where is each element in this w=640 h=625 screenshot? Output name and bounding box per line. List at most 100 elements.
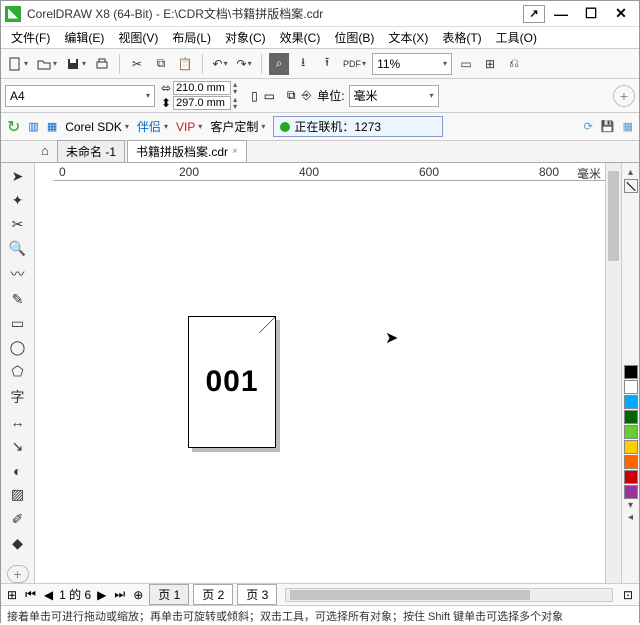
new-button[interactable]: ▾ (5, 53, 30, 75)
no-fill-swatch[interactable] (624, 179, 638, 193)
cut-button[interactable]: ✂ (127, 53, 147, 75)
navigator-button[interactable]: ⊡ (621, 588, 635, 602)
import-button[interactable]: ⭳ (293, 53, 313, 75)
crop-tool[interactable]: ✂ (7, 216, 29, 234)
menu-text[interactable]: 文本(X) (384, 27, 432, 48)
page-tab-2[interactable]: 页 2 (193, 584, 233, 605)
dock-icon-1[interactable]: ⟳ (584, 120, 593, 133)
menu-object[interactable]: 对象(C) (221, 27, 270, 48)
close-button[interactable]: ✕ (607, 3, 635, 25)
swatch-red[interactable] (624, 470, 638, 484)
menu-file[interactable]: 文件(F) (7, 27, 54, 48)
swatch-darkgreen[interactable] (624, 410, 638, 424)
swatch-white[interactable] (624, 380, 638, 394)
units-select[interactable]: 毫米▾ (349, 85, 439, 107)
corel-sdk-link[interactable]: Corel SDK▾ (65, 120, 129, 134)
qrcode-icon[interactable]: ▦ (47, 120, 57, 133)
fill-tool[interactable]: ◆ (7, 534, 29, 552)
add-tool-button[interactable]: + (7, 565, 29, 584)
palette-up-arrow[interactable]: ▴ (628, 167, 633, 178)
first-page-button[interactable]: ⏮ (23, 587, 38, 602)
menu-tools[interactable]: 工具(O) (492, 27, 541, 48)
minimize-button[interactable]: — (547, 3, 575, 25)
doc-tab-current[interactable]: 书籍拼版档案.cdr× (127, 140, 247, 162)
paste-button[interactable]: 📋 (175, 53, 195, 75)
eyedropper-tool[interactable]: ✐ (7, 510, 29, 528)
search-button[interactable]: ⌕ (269, 53, 289, 75)
redo-button[interactable]: ↷▾ (234, 53, 254, 75)
companion-link[interactable]: 伴侣▾ (137, 118, 168, 135)
palette-expand-arrow[interactable]: ◂ (628, 512, 633, 523)
fullscreen-button[interactable]: ▭ (456, 53, 476, 75)
open-button[interactable]: ▾ (34, 53, 59, 75)
height-spinner[interactable]: ▴▾ (233, 96, 245, 110)
rectangle-tool[interactable]: ▭ (7, 314, 29, 332)
next-page-button[interactable]: ▶ (95, 588, 108, 602)
shape-tool[interactable]: ✦ (7, 191, 29, 209)
custom-link[interactable]: 客户定制▾ (210, 118, 265, 135)
publish-pdf-button[interactable]: PDF▾ (341, 53, 368, 75)
landscape-button[interactable]: ▭ (264, 89, 275, 103)
prev-page-button[interactable]: ◀ (42, 588, 55, 602)
online-status[interactable]: 正在联机：1273 (273, 116, 443, 137)
zoom-tool[interactable]: 🔍 (7, 240, 29, 258)
add-property-button[interactable]: + (613, 85, 635, 107)
rulers-button[interactable]: ⊞ (480, 53, 500, 75)
refresh-icon[interactable]: ↻ (7, 117, 20, 137)
page-tab-3[interactable]: 页 3 (237, 584, 277, 605)
all-pages-button[interactable]: ⧉ (287, 88, 296, 103)
home-icon[interactable]: ⌂ (41, 140, 49, 162)
menu-layout[interactable]: 布局(L) (168, 27, 215, 48)
menu-view[interactable]: 视图(V) (114, 27, 162, 48)
swatch-green[interactable] (624, 425, 638, 439)
titlebar-extra-button[interactable]: ↗ (523, 5, 545, 23)
dock-icon-2[interactable]: 💾 (601, 120, 615, 133)
doc-tab-untitled[interactable]: 未命名 -1 (57, 140, 125, 162)
palette-down-arrow[interactable]: ▾ (628, 500, 633, 511)
print-button[interactable] (92, 53, 112, 75)
swatch-cyan[interactable] (624, 395, 638, 409)
page-width-input[interactable] (173, 81, 231, 95)
snap-button[interactable]: ⎌ (504, 53, 524, 75)
page-tab-1[interactable]: 页 1 (149, 584, 189, 605)
export-button[interactable]: ⭱ (317, 53, 337, 75)
menu-bitmap[interactable]: 位图(B) (330, 27, 378, 48)
pick-tool[interactable]: ➤ (7, 167, 29, 185)
vertical-scrollbar[interactable] (605, 163, 621, 583)
polygon-tool[interactable]: ⬠ (7, 363, 29, 381)
zoom-level-input[interactable]: 11%▾ (372, 53, 452, 75)
artistic-tool[interactable]: ✎ (7, 290, 29, 308)
insert-page-icon[interactable]: ⊞ (5, 588, 19, 602)
freehand-tool[interactable]: 〰 (7, 264, 29, 284)
ellipse-tool[interactable]: ◯ (7, 339, 29, 357)
drop-shadow-tool[interactable]: ◐ (7, 462, 29, 480)
page-object[interactable]: 001 (188, 316, 276, 448)
barcode-icon[interactable]: ▥ (28, 120, 38, 133)
horizontal-scrollbar[interactable] (285, 588, 613, 602)
add-page-button[interactable]: ⊕ (131, 588, 145, 602)
swatch-black[interactable] (624, 365, 638, 379)
width-spinner[interactable]: ▴▾ (233, 81, 245, 95)
page-size-select[interactable]: A4▾ (5, 85, 155, 107)
vip-link[interactable]: VIP▾ (176, 120, 202, 134)
text-tool[interactable]: 字 (7, 387, 29, 407)
last-page-button[interactable]: ⏭ (112, 587, 127, 602)
menu-table[interactable]: 表格(T) (438, 27, 485, 48)
save-button[interactable]: ▾ (63, 53, 88, 75)
dock-icon-3[interactable]: ▦ (623, 120, 633, 133)
transparency-tool[interactable]: ▨ (7, 486, 29, 504)
current-page-button[interactable]: ⎆ (302, 88, 312, 103)
swatch-purple[interactable] (624, 485, 638, 499)
menu-edit[interactable]: 编辑(E) (60, 27, 108, 48)
page-height-input[interactable] (173, 96, 231, 110)
drawing-canvas[interactable]: 001 ➤ (53, 181, 605, 583)
tab-close-icon[interactable]: × (232, 146, 238, 157)
horizontal-ruler[interactable]: 0 200 400 600 800 毫米 (53, 163, 605, 181)
menu-effects[interactable]: 效果(C) (276, 27, 325, 48)
parallel-dim-tool[interactable]: ↔ (7, 413, 29, 431)
undo-button[interactable]: ↶▾ (210, 53, 230, 75)
swatch-orange[interactable] (624, 455, 638, 469)
swatch-yellow[interactable] (624, 440, 638, 454)
maximize-button[interactable]: ☐ (577, 3, 605, 25)
copy-button[interactable]: ⧉ (151, 53, 171, 75)
